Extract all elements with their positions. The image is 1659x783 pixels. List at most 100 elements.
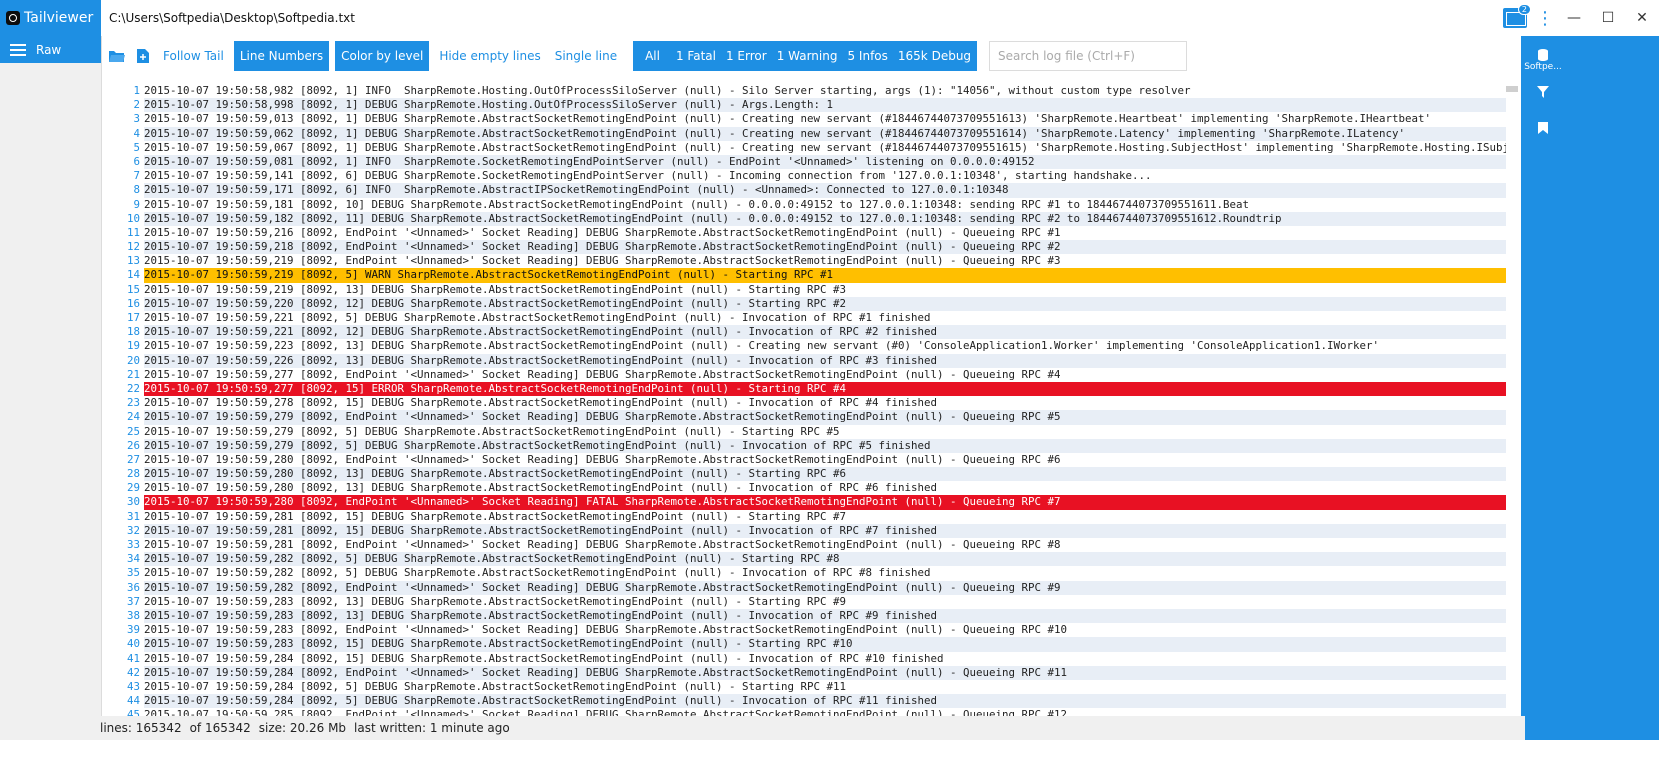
log-line[interactable]: 31 2015-10-07 19:50:59,281 [8092, 15] DEB… <box>101 510 1506 524</box>
log-line[interactable]: 12 2015-10-07 19:50:59,218 [8092, EndPoin… <box>101 240 1506 255</box>
toolbar: Follow Tail Line Numbers Color by level … <box>101 36 1527 76</box>
log-line[interactable]: 8 2015-10-07 19:50:59,171 [8092, 6] INFO … <box>101 183 1506 198</box>
log-line-text: 2015-10-07 19:50:59,279 [8092, 5] DEBUG … <box>144 438 1506 453</box>
vertical-scrollbar[interactable] <box>1506 84 1521 716</box>
log-line-text: 2015-10-07 19:50:59,277 [8092, 15] ERROR… <box>144 381 1506 397</box>
line-number: 3 <box>133 112 140 126</box>
log-line[interactable]: 35 2015-10-07 19:50:59,282 [8092, 5] DEBU… <box>101 566 1506 580</box>
log-line[interactable]: 26 2015-10-07 19:50:59,279 [8092, 5] DEBU… <box>101 438 1506 453</box>
status-bar: lines: 165342 of 165342 size: 20.26 Mb l… <box>96 716 1525 740</box>
level-filter-all[interactable]: All <box>639 49 666 63</box>
log-line[interactable]: 36 2015-10-07 19:50:59,282 [8092, EndPoin… <box>101 580 1506 595</box>
log-line[interactable]: 39 2015-10-07 19:50:59,283 [8092, EndPoin… <box>101 623 1506 637</box>
log-line[interactable]: 41 2015-10-07 19:50:59,284 [8092, 15] DEB… <box>101 652 1506 666</box>
log-line[interactable]: 5 2015-10-07 19:50:59,067 [8092, 1] DEBUG… <box>101 141 1506 155</box>
log-line[interactable]: 21 2015-10-07 19:50:59,277 [8092, EndPoin… <box>101 368 1506 382</box>
line-number: 12 <box>126 240 140 254</box>
color-by-level-toggle[interactable]: Color by level <box>335 41 430 71</box>
log-line[interactable]: 7 2015-10-07 19:50:59,141 [8092, 6] DEBUG… <box>101 169 1506 183</box>
maximize-button[interactable]: ☐ <box>1591 0 1625 36</box>
export-file-icon[interactable] <box>133 46 153 66</box>
log-line[interactable]: 13 2015-10-07 19:50:59,219 [8092, EndPoin… <box>101 254 1506 268</box>
log-line-text: 2015-10-07 19:50:59,283 [8092, 15] DEBUG… <box>144 637 1506 652</box>
app-window: Tailviewer Raw C:\Users\Softpedia\Deskto… <box>0 0 1659 783</box>
log-line-text: 2015-10-07 19:50:59,171 [8092, 6] INFO S… <box>144 183 1506 198</box>
log-line[interactable]: 43 2015-10-07 19:50:59,284 [8092, 5] DEBU… <box>101 680 1506 694</box>
level-filter-debug[interactable]: 165k Debug <box>898 49 971 63</box>
log-line[interactable]: 19 2015-10-07 19:50:59,223 [8092, 13] DEB… <box>101 339 1506 353</box>
log-line[interactable]: 14 2015-10-07 19:50:59,219 [8092, 5] WARN… <box>101 268 1506 283</box>
log-line-text: 2015-10-07 19:50:59,226 [8092, 13] DEBUG… <box>144 353 1506 368</box>
datasource-button[interactable]: Softpe... <box>1521 36 1565 72</box>
log-line[interactable]: 10 2015-10-07 19:50:59,182 [8092, 11] DEB… <box>101 211 1506 226</box>
log-line[interactable]: 23 2015-10-07 19:50:59,278 [8092, 15] DEB… <box>101 396 1506 410</box>
single-line-toggle[interactable]: Single line <box>551 41 621 71</box>
status-size: size: 20.26 Mb <box>258 721 347 735</box>
line-number: 21 <box>126 367 140 381</box>
sidebar-item-raw[interactable]: Raw <box>0 36 101 63</box>
hide-empty-lines-toggle[interactable]: Hide empty lines <box>435 41 544 71</box>
scrollbar-thumb[interactable] <box>1506 86 1518 92</box>
log-line[interactable]: 25 2015-10-07 19:50:59,279 [8092, 5] DEBU… <box>101 425 1506 439</box>
line-number: 22 <box>126 381 140 395</box>
line-number: 42 <box>126 665 140 679</box>
search-input[interactable]: Search log file (Ctrl+F) <box>989 41 1188 71</box>
log-line[interactable]: 30 2015-10-07 19:50:59,280 [8092, EndPoin… <box>101 495 1506 510</box>
log-line-text: 2015-10-07 19:50:59,081 [8092, 1] INFO S… <box>144 154 1506 170</box>
log-line[interactable]: 20 2015-10-07 19:50:59,226 [8092, 13] DEB… <box>101 353 1506 368</box>
log-line[interactable]: 2 2015-10-07 19:50:58,998 [8092, 1] DEBUG… <box>101 98 1506 113</box>
log-line[interactable]: 4 2015-10-07 19:50:59,062 [8092, 1] DEBUG… <box>101 126 1506 141</box>
log-line[interactable]: 38 2015-10-07 19:50:59,283 [8092, 13] DEB… <box>101 608 1506 624</box>
open-folder-icon[interactable] <box>107 46 127 66</box>
level-filter-bar: All 1 Fatal 1 Error 1 Warning 5 Infos 16… <box>633 41 978 71</box>
log-line[interactable]: 33 2015-10-07 19:50:59,281 [8092, EndPoin… <box>101 538 1506 552</box>
line-number: 35 <box>126 566 140 580</box>
log-line[interactable]: 18 2015-10-07 19:50:59,221 [8092, 12] DEB… <box>101 325 1506 340</box>
log-line[interactable]: 42 2015-10-07 19:50:59,284 [8092, EndPoin… <box>101 665 1506 680</box>
level-filter-infos[interactable]: 5 Infos <box>847 49 887 63</box>
minimize-button[interactable]: — <box>1557 0 1591 36</box>
close-button[interactable]: ✕ <box>1625 0 1659 36</box>
log-line[interactable]: 9 2015-10-07 19:50:59,181 [8092, 10] DEBU… <box>101 198 1506 212</box>
log-line[interactable]: 16 2015-10-07 19:50:59,220 [8092, 12] DEB… <box>101 296 1506 311</box>
log-line[interactable]: 32 2015-10-07 19:50:59,281 [8092, 15] DEB… <box>101 523 1506 538</box>
title-bar: C:\Users\Softpedia\Desktop\Softpedia.txt… <box>101 0 1659 36</box>
log-line[interactable]: 29 2015-10-07 19:50:59,280 [8092, 13] DEB… <box>101 481 1506 495</box>
bookmark-button[interactable] <box>1521 98 1565 134</box>
log-view[interactable]: 1 2015-10-07 19:50:58,982 [8092, 1] INFO … <box>101 84 1506 716</box>
log-line[interactable]: 40 2015-10-07 19:50:59,283 [8092, 15] DEB… <box>101 637 1506 652</box>
log-line[interactable]: 37 2015-10-07 19:50:59,283 [8092, 13] DEB… <box>101 595 1506 609</box>
log-line[interactable]: 1 2015-10-07 19:50:58,982 [8092, 1] INFO … <box>101 84 1506 98</box>
line-number: 43 <box>126 679 140 693</box>
log-line[interactable]: 34 2015-10-07 19:50:59,282 [8092, 5] DEBU… <box>101 552 1506 567</box>
log-line[interactable]: 22 2015-10-07 19:50:59,277 [8092, 15] ERR… <box>101 381 1506 397</box>
line-number: 28 <box>126 467 140 481</box>
line-numbers-toggle[interactable]: Line Numbers <box>233 41 330 71</box>
log-line[interactable]: 24 2015-10-07 19:50:59,279 [8092, EndPoin… <box>101 410 1506 425</box>
notifications-button[interactable]: 2 <box>1503 4 1531 28</box>
filter-button[interactable] <box>1521 72 1565 98</box>
line-number: 5 <box>133 140 140 154</box>
log-line-text: 2015-10-07 19:50:59,278 [8092, 15] DEBUG… <box>144 396 938 410</box>
follow-tail-toggle[interactable]: Follow Tail <box>159 41 228 71</box>
log-line-text: 2015-10-07 19:50:58,982 [8092, 1] INFO S… <box>144 84 1191 97</box>
log-line[interactable]: 45 2015-10-07 19:50:59,285 [8092, EndPoin… <box>101 708 1506 716</box>
line-number: 18 <box>126 325 140 339</box>
more-options-icon[interactable]: ⋮ <box>1533 8 1557 29</box>
log-line[interactable]: 15 2015-10-07 19:50:59,219 [8092, 13] DEB… <box>101 283 1506 297</box>
log-line[interactable]: 28 2015-10-07 19:50:59,280 [8092, 13] DEB… <box>101 467 1506 482</box>
log-line[interactable]: 17 2015-10-07 19:50:59,221 [8092, 5] DEBU… <box>101 311 1506 325</box>
log-line-text: 2015-10-07 19:50:59,013 [8092, 1] DEBUG … <box>144 112 1432 126</box>
log-line[interactable]: 27 2015-10-07 19:50:59,280 [8092, EndPoin… <box>101 453 1506 467</box>
log-line-text: 2015-10-07 19:50:59,219 [8092, 5] WARN S… <box>144 268 1506 283</box>
log-line[interactable]: 3 2015-10-07 19:50:59,013 [8092, 1] DEBUG… <box>101 112 1506 126</box>
level-filter-fatal[interactable]: 1 Fatal <box>676 49 716 63</box>
log-line[interactable]: 6 2015-10-07 19:50:59,081 [8092, 1] INFO … <box>101 154 1506 170</box>
log-line[interactable]: 11 2015-10-07 19:50:59,216 [8092, EndPoin… <box>101 226 1506 240</box>
level-filter-warning[interactable]: 1 Warning <box>777 49 838 63</box>
level-filter-error[interactable]: 1 Error <box>726 49 767 63</box>
log-line-text: 2015-10-07 19:50:59,282 [8092, EndPoint … <box>144 580 1506 595</box>
log-line-text: 2015-10-07 19:50:59,284 [8092, 15] DEBUG… <box>144 651 944 665</box>
left-sidebar: Tailviewer Raw <box>0 0 102 783</box>
log-line[interactable]: 44 2015-10-07 19:50:59,284 [8092, 5] DEBU… <box>101 694 1506 709</box>
